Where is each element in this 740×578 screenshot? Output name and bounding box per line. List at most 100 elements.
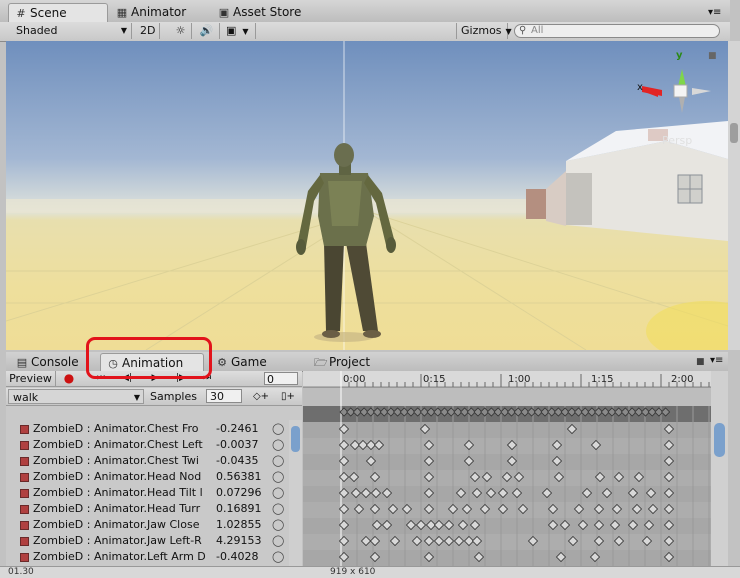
property-value[interactable]: -0.0037 [216, 437, 268, 453]
property-value[interactable]: -0.4028 [216, 549, 268, 565]
property-name: ZombieD : Animator.Jaw Close [33, 518, 200, 531]
eye-icon[interactable]: ◯ [272, 485, 284, 501]
clip-name: walk [13, 391, 39, 404]
property-icon [20, 457, 29, 466]
property-icon [20, 537, 29, 546]
property-row[interactable]: ZombieD : Animator.Jaw Close 1.02855 ◯ [6, 517, 302, 533]
building [526, 121, 728, 241]
lock-icon[interactable]: ■ [708, 51, 717, 61]
scene-render [6, 41, 728, 350]
lighting-toggle-button[interactable]: ☼ [170, 23, 192, 39]
game-icon: ⚙ [217, 356, 227, 369]
scene-search-input[interactable]: ⚲ All [514, 24, 720, 38]
property-icon [20, 553, 29, 562]
eye-icon[interactable]: ◯ [272, 421, 284, 437]
property-icon [20, 441, 29, 450]
tab-animator-label: Animator [131, 5, 187, 19]
speaker-icon: 🔊 [199, 24, 214, 37]
eye-icon[interactable]: ◯ [272, 533, 284, 549]
property-row[interactable]: ZombieD : Animator.Chest Twi -0.0435 ◯ [6, 453, 302, 469]
tab-animator[interactable]: ▦ Animator [110, 3, 210, 22]
image-icon: ▣ [226, 24, 237, 37]
property-value[interactable]: 0.07296 [216, 485, 268, 501]
panel-menu-icon[interactable]: ▾≡ [708, 8, 726, 18]
folder-icon: 🗁 [314, 356, 328, 369]
gizmos-label: Gizmos [461, 24, 502, 37]
preview-button[interactable]: Preview [6, 371, 56, 386]
search-icon: ⚲ [519, 25, 527, 36]
property-scrollbar[interactable] [289, 420, 302, 566]
eye-icon[interactable]: ◯ [272, 437, 284, 453]
tab-game[interactable]: ⚙ Game [210, 353, 290, 372]
samples-input[interactable]: 30 [206, 389, 242, 403]
scene-toolbar: Shaded ▼ 2D ☼ 🔊 ▣ ▼ Gizmos ▼ ⚲ All [0, 22, 730, 42]
property-row[interactable]: ZombieD : Animator.Left Arm D -0.4028 ◯ [6, 549, 302, 565]
audio-toggle-button[interactable]: 🔊 [194, 23, 220, 39]
eye-icon[interactable]: ◯ [272, 501, 284, 517]
property-name: ZombieD : Animator.Left Arm D [33, 550, 206, 563]
tab-console[interactable]: ▤ Console [10, 353, 90, 372]
dopesheet-scrollbar[interactable] [711, 371, 728, 566]
property-row[interactable]: ZombieD : Animator.Head Tilt l 0.07296 ◯ [6, 485, 302, 501]
editor-tab-bar: # Scene ▦ Animator ▣ Asset Store ▾≡ [0, 0, 730, 23]
property-icon [20, 521, 29, 530]
lock-icon[interactable]: ■ [696, 357, 705, 367]
property-name: ZombieD : Animator.Chest Twi [33, 454, 199, 467]
property-value[interactable]: 0.56381 [216, 469, 268, 485]
scrollbar-thumb[interactable] [291, 426, 300, 452]
gizmo-persp-label[interactable]: Persp [662, 134, 692, 147]
status-left: 01.30 [8, 567, 34, 577]
clip-dropdown[interactable]: walk ▼ [8, 389, 144, 404]
tab-console-label: Console [31, 355, 79, 369]
tab-asset-store[interactable]: ▣ Asset Store [212, 3, 322, 22]
property-value[interactable]: 4.29153 [216, 533, 268, 549]
panel-menu-icon[interactable]: ▾≡ [710, 356, 723, 366]
tab-project-label: Project [329, 355, 371, 369]
property-row[interactable]: ZombieD : Animator.Jaw Left-R 4.29153 ◯ [6, 533, 302, 549]
scene-scrollbar[interactable] [728, 41, 740, 350]
property-value[interactable]: 1.02855 [216, 517, 268, 533]
gizmo-x-label: x [637, 82, 643, 93]
property-value[interactable]: -0.2461 [216, 421, 268, 437]
chevron-down-icon: ▼ [242, 27, 249, 36]
eye-icon[interactable]: ◯ [272, 517, 284, 533]
property-row[interactable]: ZombieD : Animator.Chest Left -0.0037 ◯ [6, 437, 302, 453]
property-name: ZombieD : Animator.Chest Fro [33, 422, 199, 435]
effects-dropdown[interactable]: ▣ ▼ [222, 23, 256, 39]
property-row[interactable]: ZombieD : Animator.Head Nod 0.56381 ◯ [6, 469, 302, 485]
property-value[interactable]: -0.0435 [216, 453, 268, 469]
tab-project[interactable]: 🗁Project [308, 353, 398, 372]
record-button[interactable]: ● [62, 371, 76, 386]
clip-controls: walk ▼ Samples 30 ◇+ ▯+ [6, 388, 302, 406]
console-icon: ▤ [16, 356, 28, 369]
property-row[interactable]: ZombieD : Animator.Head Turr 0.16891 ◯ [6, 501, 302, 517]
status-bar: 01.30 919 x 610 [0, 566, 740, 578]
eye-icon[interactable]: ◯ [272, 549, 284, 565]
eye-icon[interactable]: ◯ [272, 453, 284, 469]
tab-scene-label: Scene [30, 6, 67, 20]
property-icon [20, 505, 29, 514]
dopesheet[interactable]: 0:00 0:15 1:00 1:15 2:00 [303, 371, 711, 566]
tab-scene[interactable]: # Scene [8, 3, 108, 22]
property-name: ZombieD : Animator.Head Tilt l [33, 486, 203, 499]
sun-icon: ☼ [175, 24, 186, 37]
scene-viewport[interactable]: x y Persp ■ [6, 41, 728, 350]
tab-asset-store-label: Asset Store [233, 5, 302, 19]
zombie-character [296, 143, 396, 342]
2d-toggle-button[interactable]: 2D [136, 23, 160, 39]
scrollbar-thumb[interactable] [730, 123, 738, 143]
property-value[interactable]: 0.16891 [216, 501, 268, 517]
dopesheet-panel[interactable]: 0:00 0:15 1:00 1:15 2:00 [303, 371, 711, 566]
scrollbar-thumb[interactable] [714, 423, 725, 457]
add-keyframe-button[interactable]: ◇+ [250, 389, 272, 404]
eye-icon[interactable]: ◯ [272, 469, 284, 485]
shading-dropdown[interactable]: Shaded ▼ [0, 23, 132, 39]
ruler-label: 1:00 [508, 374, 530, 385]
frame-input[interactable]: 0 [264, 372, 298, 386]
chevron-down-icon: ▼ [120, 26, 127, 35]
property-row[interactable]: ZombieD : Animator.Chest Fro -0.2461 ◯ [6, 421, 302, 437]
ruler-label: 0:15 [423, 374, 445, 385]
add-event-button[interactable]: ▯+ [278, 389, 298, 404]
dopesheet-row [303, 454, 711, 470]
gizmos-dropdown[interactable]: Gizmos ▼ [456, 23, 512, 39]
